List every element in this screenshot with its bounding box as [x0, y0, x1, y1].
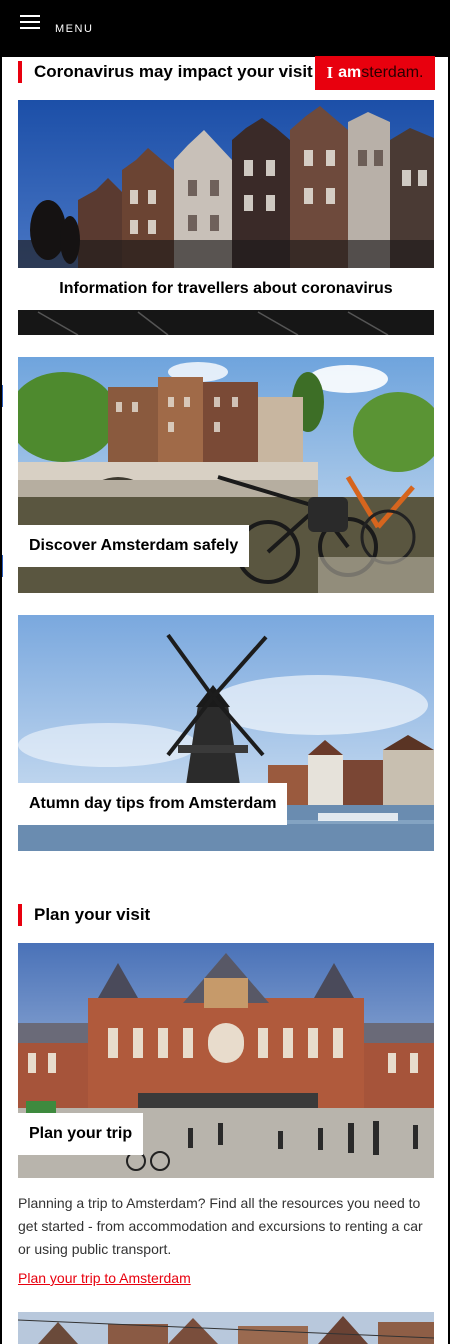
logo-am: am [338, 64, 362, 81]
red-accent-bar [18, 904, 22, 926]
section-title-plan: Plan your visit [18, 904, 150, 926]
plan-description: Planning a trip to Amsterdam? Find all t… [18, 1195, 423, 1257]
edge-marker [2, 555, 3, 577]
card-caption: Information for travellers about coronav… [18, 268, 434, 310]
page: MENU I am sterdam. Coronavirus may impact… [0, 0, 450, 1344]
menu-button[interactable]: MENU [55, 23, 93, 35]
red-accent-bar [18, 61, 22, 83]
next-card-photo [18, 1312, 434, 1344]
card-discover-safely[interactable]: Discover Amsterdam safely [18, 357, 434, 593]
plan-trip-link[interactable]: Plan your trip to Amsterdam [18, 1270, 191, 1286]
card-autumn-tips[interactable]: Atumn day tips from Amsterdam [18, 615, 434, 851]
card-caption: Discover Amsterdam safely [18, 525, 250, 567]
section-title-coronavirus: Coronavirus may impact your visit t [18, 61, 323, 83]
card-plan-trip[interactable]: Plan your trip [18, 943, 434, 1178]
logo-i: I [326, 63, 334, 82]
logo-sterdam: sterdam. [361, 64, 424, 81]
top-bar: MENU [2, 0, 448, 57]
card-caption: Atumn day tips from Amsterdam [18, 783, 288, 825]
card-caption: Plan your trip [18, 1113, 144, 1155]
amsterdam-logo[interactable]: I am sterdam. [315, 56, 435, 90]
hamburger-icon[interactable] [20, 15, 40, 29]
card-travellers-info[interactable]: Information for travellers about coronav… [18, 100, 434, 335]
card-next-partial[interactable] [18, 1312, 434, 1344]
edge-marker [2, 385, 3, 407]
